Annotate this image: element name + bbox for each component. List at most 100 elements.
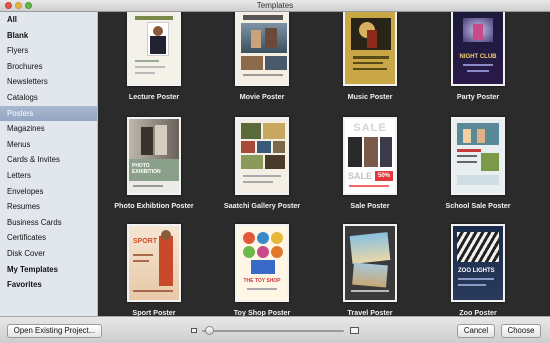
minimize-window-icon[interactable] xyxy=(15,2,22,9)
party-title-text: NIGHT CLUB xyxy=(459,54,497,60)
template-item-travel-poster[interactable]: Travel Poster xyxy=(316,220,424,316)
text-line xyxy=(353,62,383,64)
zebra-art xyxy=(457,232,499,262)
template-thumbnail[interactable]: THE TOY SHOP xyxy=(235,224,289,302)
still-small xyxy=(241,56,263,70)
open-existing-project-button[interactable]: Open Existing Project... xyxy=(7,324,102,338)
sidebar-item-catalogs[interactable]: Catalogs xyxy=(0,90,97,106)
template-item-lecture-poster[interactable]: Lecture Poster xyxy=(100,12,208,112)
zoom-slider-knob[interactable] xyxy=(204,326,214,335)
text-line xyxy=(135,60,159,62)
bottom-toolbar: Open Existing Project... Cancel Choose xyxy=(0,316,550,343)
category-sidebar: All Blank Flyers Brochures Newsletters Catalo… xyxy=(0,12,98,316)
template-item-movie-poster[interactable]: Movie Poster xyxy=(208,12,316,112)
sidebar-item-all[interactable]: All xyxy=(0,12,97,28)
sidebar-item-menus[interactable]: Menus xyxy=(0,137,97,153)
sidebar-item-flyers[interactable]: Flyers xyxy=(0,43,97,59)
school-photo-small xyxy=(481,153,499,171)
sale-photo xyxy=(348,137,362,167)
template-thumbnail[interactable]: NIGHT CLUB xyxy=(451,12,505,86)
beach-photo xyxy=(349,232,391,264)
template-thumbnail[interactable]: SPORT xyxy=(127,224,181,302)
heading-bar xyxy=(457,149,481,152)
template-thumbnail[interactable]: SALE SALE 50% xyxy=(343,117,397,195)
text-line xyxy=(135,66,165,68)
gallery-tile xyxy=(241,123,261,139)
template-item-sport-poster[interactable]: SPORT Sport Poster xyxy=(100,220,208,316)
zoom-slider-track[interactable] xyxy=(202,330,344,332)
sidebar-item-posters[interactable]: Posters xyxy=(0,105,97,122)
movie-still xyxy=(241,23,287,53)
sidebar-item-letters[interactable]: Letters xyxy=(0,168,97,184)
text-line xyxy=(243,181,273,183)
gallery-tile xyxy=(263,123,285,139)
window-title: Templates xyxy=(256,1,294,10)
figure xyxy=(141,127,153,155)
child-figure xyxy=(463,129,471,143)
template-thumbnail[interactable] xyxy=(235,117,289,195)
cancel-button[interactable]: Cancel xyxy=(457,324,495,338)
athlete-figure xyxy=(159,236,173,286)
sidebar-item-envelopes[interactable]: Envelopes xyxy=(0,184,97,200)
text-line xyxy=(351,290,389,292)
template-label: Movie Poster xyxy=(239,92,285,101)
sidebar-item-brochures[interactable]: Brochures xyxy=(0,59,97,75)
template-label: School Sale Poster xyxy=(445,201,511,210)
toy-title-text: THE TOY SHOP xyxy=(243,278,281,284)
still-small xyxy=(265,56,287,70)
sidebar-item-resumes[interactable]: Resumes xyxy=(0,199,97,215)
text-line xyxy=(133,260,149,262)
zoom-window-icon[interactable] xyxy=(25,2,32,9)
template-thumbnail[interactable] xyxy=(127,12,181,86)
figure xyxy=(251,30,261,48)
sidebar-item-blank[interactable]: Blank xyxy=(0,28,97,44)
sale-secondary-text: SALE xyxy=(348,171,373,181)
close-window-icon[interactable] xyxy=(5,2,12,9)
beach-photo xyxy=(352,262,388,288)
couple-photo xyxy=(129,119,179,159)
text-line xyxy=(463,64,493,66)
text-line xyxy=(353,56,389,59)
template-thumbnail[interactable]: ZOO LIGHTS xyxy=(451,224,505,302)
text-line xyxy=(458,278,494,280)
gallery-tile xyxy=(273,141,285,153)
template-item-toy-shop-poster[interactable]: THE TOY SHOP Toy Shop Poster xyxy=(208,220,316,316)
template-item-school-sale-poster[interactable]: School Sale Poster xyxy=(424,113,532,217)
zoom-out-icon[interactable] xyxy=(191,328,197,333)
sidebar-item-business-cards[interactable]: Business Cards xyxy=(0,215,97,231)
template-label: Travel Poster xyxy=(347,308,393,316)
template-item-saatchi-gallery-poster[interactable]: Saatchi Gallery Poster xyxy=(208,113,316,217)
template-item-music-poster[interactable]: Music Poster xyxy=(316,12,424,112)
sidebar-item-disk-cover[interactable]: Disk Cover xyxy=(0,246,97,262)
text-line xyxy=(457,155,477,157)
toy-ball xyxy=(271,246,283,258)
template-label: Photo Exhibtion Poster xyxy=(114,201,194,210)
text-line xyxy=(349,185,389,187)
gallery-tile xyxy=(257,141,271,153)
text-line xyxy=(247,288,277,290)
template-thumbnail[interactable] xyxy=(451,117,505,195)
template-thumbnail[interactable] xyxy=(343,224,397,302)
template-thumbnail[interactable] xyxy=(235,12,289,86)
figure xyxy=(265,28,277,48)
template-item-party-poster[interactable]: NIGHT CLUB Party Poster xyxy=(424,12,532,112)
template-thumbnail[interactable]: PHOTO EXHIBITION xyxy=(127,117,181,195)
template-item-sale-poster[interactable]: SALE SALE 50% Sale Poster xyxy=(316,113,424,217)
zoom-in-icon[interactable] xyxy=(350,327,359,334)
sidebar-item-my-templates[interactable]: My Templates xyxy=(0,262,97,278)
choose-button[interactable]: Choose xyxy=(501,324,541,338)
template-item-photo-exhibtion-poster[interactable]: PHOTO EXHIBITION Photo Exhibtion Poster xyxy=(100,113,208,217)
sidebar-item-newsletters[interactable]: Newsletters xyxy=(0,74,97,90)
text-line xyxy=(353,68,387,70)
sidebar-item-favorites[interactable]: Favorites xyxy=(0,277,97,293)
template-thumbnail[interactable] xyxy=(343,12,397,86)
sidebar-item-magazines[interactable]: Magazines xyxy=(0,121,97,137)
gallery-tile xyxy=(241,141,255,153)
sport-title-text: SPORT xyxy=(133,238,158,245)
sidebar-item-certificates[interactable]: Certificates xyxy=(0,230,97,246)
sidebar-item-cards-invites[interactable]: Cards & Invites xyxy=(0,152,97,168)
sale-title-text: SALE xyxy=(353,122,387,134)
text-line xyxy=(133,290,173,292)
figure xyxy=(155,125,167,155)
template-item-zoo-poster[interactable]: ZOO LIGHTS Zoo Poster xyxy=(424,220,532,316)
